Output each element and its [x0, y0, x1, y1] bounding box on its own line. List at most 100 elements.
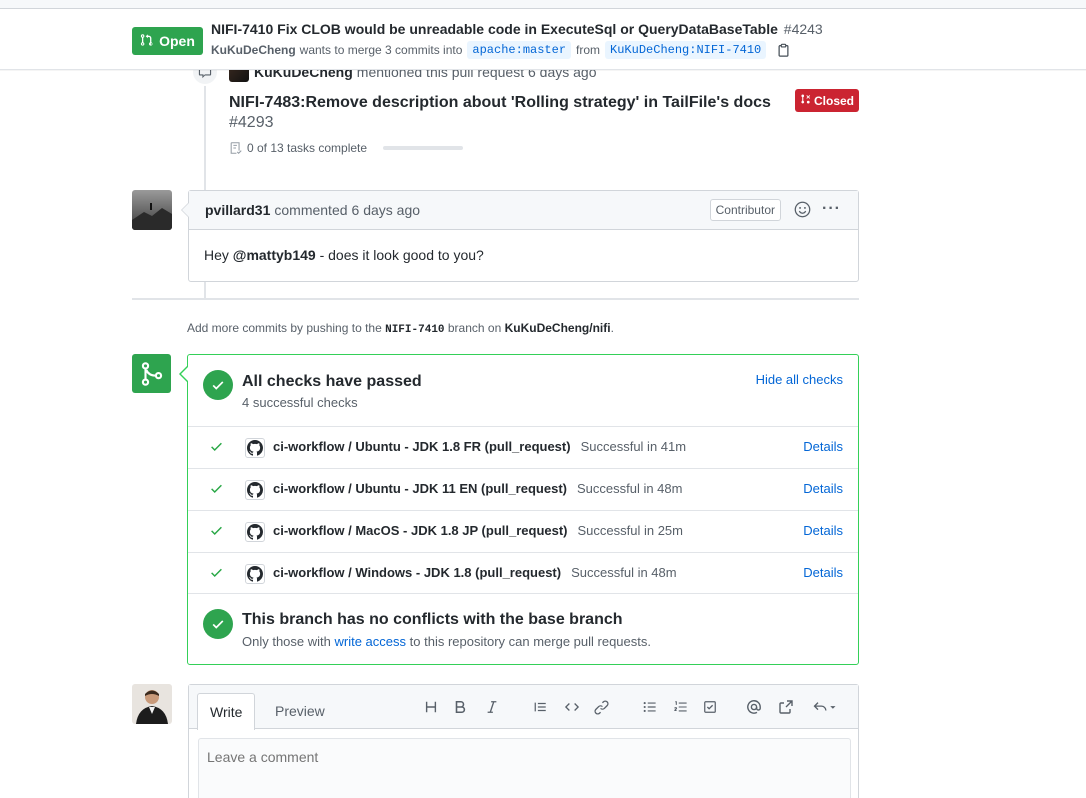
link-icon[interactable] — [592, 698, 610, 716]
comment-body: Hey @mattyb149 - does it look good to yo… — [189, 230, 858, 280]
push-hint-repo: KuKuDeCheng/nifi — [504, 321, 611, 335]
add-reaction-icon[interactable] — [794, 201, 811, 218]
git-merge-icon — [132, 354, 171, 393]
pr-author-link[interactable]: KuKuDeCheng — [211, 43, 296, 57]
task-list-icon[interactable] — [701, 698, 719, 716]
italic-icon[interactable] — [483, 698, 501, 716]
github-actions-icon[interactable] — [245, 480, 265, 500]
pr-title: NIFI-7410 Fix CLOB would be unreadable c… — [211, 21, 823, 37]
push-hint: Add more commits by pushing to the NIFI-… — [187, 321, 614, 336]
github-actions-icon[interactable] — [245, 564, 265, 584]
merge-status-box: All checks have passed 4 successful chec… — [179, 354, 859, 665]
checks-subtitle: 4 successful checks — [242, 395, 358, 410]
check-name-text: ci-workflow / Ubuntu - JDK 1.8 FR (pull_… — [273, 439, 571, 454]
github-actions-icon[interactable] — [245, 522, 265, 542]
tasks-progress: 0 of 13 tasks complete — [229, 141, 464, 155]
conflict-sub-prefix: Only those with — [242, 634, 331, 649]
conflict-status: This branch has no conflicts with the ba… — [188, 593, 858, 665]
conflict-sub-suffix: to this repository can merge pull reques… — [409, 634, 651, 649]
copy-branch-icon[interactable] — [777, 43, 790, 57]
check-success-icon — [210, 440, 223, 453]
pr-merge-info: KuKuDeCheng wants to merge 3 commits int… — [211, 41, 790, 59]
from-text: from — [576, 43, 601, 57]
head-branch[interactable]: KuKuDeCheng:NIFI-7410 — [605, 41, 767, 59]
check-success-icon — [210, 566, 223, 579]
comment-options-icon[interactable]: ··· — [822, 200, 841, 218]
pr-state-label: Open — [159, 33, 195, 49]
quote-icon[interactable] — [531, 698, 549, 716]
cross-reference-icon[interactable] — [777, 698, 795, 716]
check-row: ci-workflow / MacOS - JDK 1.8 JP (pull_r… — [188, 510, 858, 552]
check-status: Successful in 41m — [580, 439, 687, 454]
comment-header: pvillard31 commented 6 days ago Contribu… — [189, 191, 858, 230]
check-success-icon — [210, 482, 223, 495]
check-status: Successful in 48m — [576, 481, 683, 496]
check-name-text: ci-workflow / Windows - JDK 1.8 (pull_re… — [273, 565, 562, 580]
check-status: Successful in 48m — [571, 565, 677, 580]
hide-all-checks-link[interactable]: Hide all checks — [756, 372, 843, 387]
conflict-title: This branch has no conflicts with the ba… — [242, 611, 623, 628]
check-row: ci-workflow / Ubuntu - JDK 11 EN (pull_r… — [188, 468, 858, 510]
heading-icon[interactable] — [422, 698, 440, 716]
contributor-badge: Contributor — [709, 199, 781, 221]
check-details-link[interactable]: Details — [803, 523, 843, 538]
checklist-icon — [229, 141, 243, 155]
tasks-count: 0 of 13 tasks complete — [247, 141, 368, 155]
check-details-link[interactable]: Details — [803, 565, 843, 580]
numbered-list-icon[interactable] — [671, 698, 689, 716]
pr-number: #4243 — [783, 21, 823, 37]
checks-title: All checks have passed — [242, 373, 422, 390]
tab-preview[interactable]: Preview — [263, 693, 337, 729]
check-details-link[interactable]: Details — [803, 481, 843, 496]
push-hint-suffix: . — [610, 321, 614, 335]
closed-pr-icon — [800, 93, 811, 108]
bullet-list-icon[interactable] — [640, 698, 658, 716]
code-icon[interactable] — [563, 698, 581, 716]
check-name: ci-workflow / Ubuntu - JDK 1.8 FR (pull_… — [273, 439, 686, 454]
check-details-link[interactable]: Details — [803, 439, 843, 454]
tasks-progress-bar — [383, 146, 464, 150]
editor-header: Write Preview — [189, 685, 858, 730]
push-hint-middle: branch on — [447, 321, 502, 335]
referenced-pr-state-badge: Closed — [795, 89, 859, 112]
bold-icon[interactable] — [451, 698, 469, 716]
comment-author[interactable]: pvillard31 — [205, 202, 270, 218]
referenced-pr-number[interactable]: #4293 — [229, 114, 274, 132]
github-actions-icon[interactable] — [245, 438, 265, 458]
write-access-link[interactable]: write access — [335, 634, 407, 649]
comment-body-prefix: Hey — [204, 247, 229, 263]
comment-textarea[interactable] — [198, 738, 851, 798]
comment-body-suffix: - does it look good to you? — [315, 247, 484, 263]
comment-time[interactable]: 6 days ago — [352, 202, 421, 218]
referenced-pr-title[interactable]: NIFI-7483:Remove description about 'Roll… — [229, 91, 779, 115]
pr-state-badge: Open — [132, 27, 203, 55]
check-row: ci-workflow / Windows - JDK 1.8 (pull_re… — [188, 552, 858, 594]
check-status: Successful in 25m — [577, 523, 684, 538]
comment-action: commented — [274, 202, 348, 218]
mention-icon[interactable] — [745, 698, 763, 716]
check-name: ci-workflow / MacOS - JDK 1.8 JP (pull_r… — [273, 523, 683, 538]
pull-request-icon — [140, 33, 154, 50]
browser-top-strip — [0, 0, 1086, 9]
pr-title-text: NIFI-7410 Fix CLOB would be unreadable c… — [211, 21, 778, 37]
check-name: ci-workflow / Ubuntu - JDK 11 EN (pull_r… — [273, 481, 682, 496]
check-row: ci-workflow / Ubuntu - JDK 1.8 FR (pull_… — [188, 426, 858, 468]
timeline-divider — [132, 298, 859, 300]
current-user-avatar[interactable] — [132, 684, 172, 724]
tab-write[interactable]: Write — [197, 693, 256, 730]
check-name: ci-workflow / Windows - JDK 1.8 (pull_re… — [273, 565, 677, 580]
checks-list: ci-workflow / Ubuntu - JDK 1.8 FR (pull_… — [188, 426, 858, 594]
reply-icon[interactable] — [811, 698, 839, 716]
check-name-text: ci-workflow / Ubuntu - JDK 11 EN (pull_r… — [273, 481, 567, 496]
check-name-text: ci-workflow / MacOS - JDK 1.8 JP (pull_r… — [273, 523, 568, 538]
checks-passed-icon — [203, 370, 233, 400]
user-mention-link[interactable]: @mattyb149 — [233, 247, 316, 263]
comment-author-avatar[interactable] — [132, 190, 172, 230]
sticky-pr-header: Open NIFI-7410 Fix CLOB would be unreada… — [0, 10, 1086, 70]
base-branch[interactable]: apache:master — [467, 41, 572, 59]
push-hint-branch: NIFI-7410 — [385, 324, 445, 336]
new-comment-editor: Write Preview — [188, 684, 859, 798]
referenced-pr-state-label: Closed — [813, 93, 854, 108]
push-hint-prefix: Add more commits by pushing to the — [187, 321, 382, 335]
merge-text: wants to merge 3 commits into — [299, 43, 463, 57]
